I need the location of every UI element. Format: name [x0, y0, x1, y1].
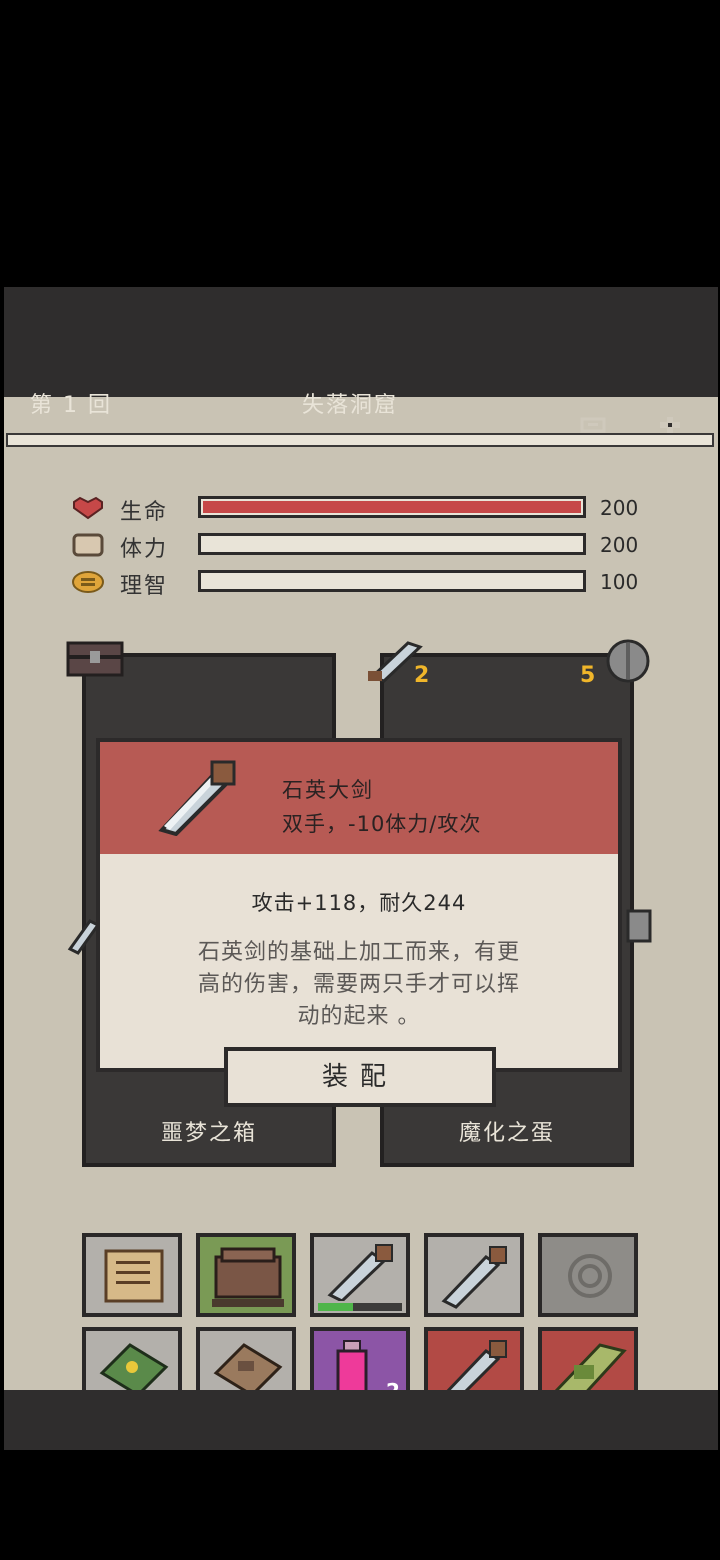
inventory-slot-3[interactable]	[310, 1233, 410, 1317]
durability-bar	[318, 1303, 402, 1311]
game-screen: 第 1 回 失落洞窟 生命 200 体力 200 理智 100 噩梦之箱 魔化之…	[4, 287, 718, 1450]
stat-label-sanity: 理智	[120, 574, 169, 599]
chest-icon	[66, 641, 124, 677]
heart-icon	[70, 496, 106, 520]
item-description-line-3: 动的起来 。	[297, 1004, 421, 1029]
sanity-bar	[198, 570, 586, 592]
top-bar	[4, 287, 718, 397]
dialog-header: 石英大剑 双手，-10体力/攻次	[100, 742, 618, 854]
empty-slot-icon	[568, 1254, 612, 1298]
inventory-slot-2[interactable]	[196, 1233, 296, 1317]
hp-bar-fill	[203, 501, 581, 513]
quartz-greatsword-icon	[152, 760, 244, 840]
inventory-slot-1[interactable]	[82, 1233, 182, 1317]
map-icon[interactable]	[580, 415, 606, 435]
item-detail-dialog: 石英大剑 双手，-10体力/攻次 攻击+118，耐久244 石英剑的基础上加工而…	[96, 738, 622, 1072]
sanity-icon	[70, 570, 106, 594]
quartz-sword-icon	[441, 1246, 507, 1309]
stat-label-stamina: 体力	[120, 537, 169, 562]
shield-icon	[604, 637, 654, 689]
inventory-slot-5[interactable]	[538, 1233, 638, 1317]
hp-value: 200	[600, 496, 639, 520]
inventory-slot-4[interactable]	[424, 1233, 524, 1317]
hp-bar	[198, 496, 586, 518]
scroll-icon	[104, 1249, 164, 1303]
card-right-name: 魔化之蛋	[458, 1121, 555, 1146]
left-side-sword-icon	[66, 915, 101, 959]
settings-icon[interactable]	[656, 415, 682, 435]
item-stats: 攻击+118，耐久244	[251, 891, 467, 915]
stamina-icon	[70, 533, 106, 557]
item-description-line-2: 高的伤害，需要两只手才可以挥	[197, 972, 520, 997]
item-name: 石英大剑	[282, 778, 374, 802]
quartz-sword-icon	[327, 1244, 393, 1301]
equip-button[interactable]: 装配	[224, 1047, 496, 1107]
right-side-shield-icon	[626, 907, 654, 951]
sanity-value: 100	[600, 570, 639, 594]
attack-value: 2	[414, 663, 430, 688]
backpack-icon	[212, 1247, 284, 1307]
stat-label-hp: 生命	[120, 500, 169, 525]
bottom-bar	[4, 1390, 718, 1450]
location-title: 失落洞窟	[302, 393, 399, 418]
round-label: 第 1 回	[30, 393, 112, 418]
card-left-name: 噩梦之箱	[160, 1121, 257, 1146]
stamina-bar	[198, 533, 586, 555]
item-subtitle: 双手，-10体力/攻次	[282, 812, 482, 836]
defense-value: 5	[580, 663, 596, 688]
stamina-value: 200	[600, 533, 639, 557]
round-progress-bar	[6, 433, 714, 447]
item-description: 石英剑的基础上加工而来，有更 高的伤害，需要两只手才可以挥 动的起来 。	[100, 937, 618, 1033]
item-description-line-1: 石英剑的基础上加工而来，有更	[197, 940, 520, 965]
durability-fill	[318, 1303, 354, 1311]
